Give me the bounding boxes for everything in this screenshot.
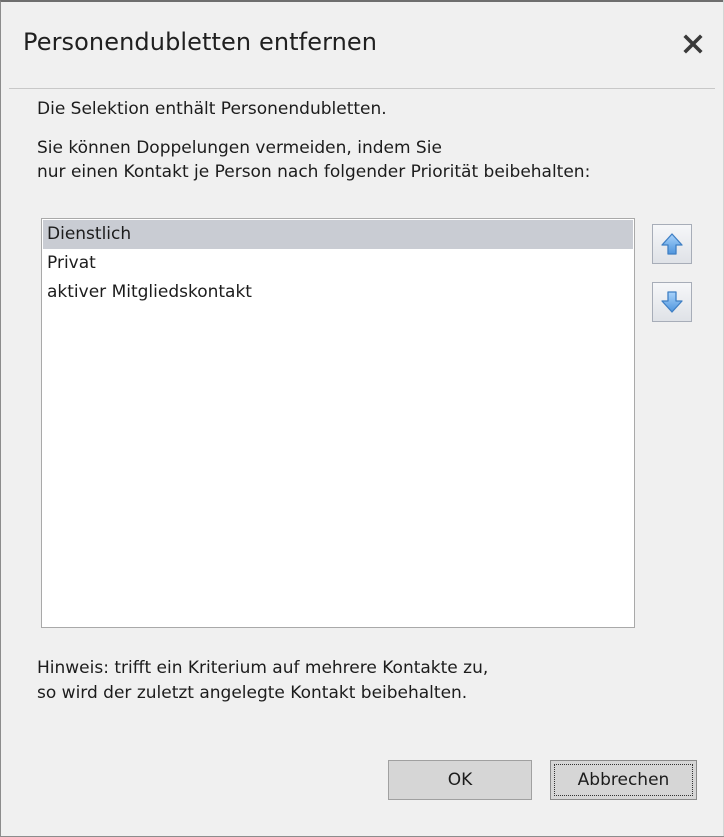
title-bar: Personendubletten entfernen bbox=[1, 2, 723, 88]
dialog-window: Personendubletten entfernen Die Selektio… bbox=[0, 0, 724, 837]
close-icon bbox=[683, 34, 703, 54]
close-button[interactable] bbox=[673, 26, 713, 62]
content-panel: Die Selektion enthält Personendubletten.… bbox=[9, 88, 715, 828]
info-text: Die Selektion enthält Personendubletten. bbox=[37, 99, 387, 119]
instruction-text-line1: Sie können Doppelungen vermeiden, indem … bbox=[37, 138, 442, 158]
instruction-text-line2: nur einen Kontakt je Person nach folgend… bbox=[37, 162, 591, 182]
move-down-button[interactable] bbox=[652, 282, 692, 322]
cancel-button[interactable]: Abbrechen bbox=[550, 760, 697, 800]
list-item-privat[interactable]: Privat bbox=[43, 249, 633, 278]
priority-listbox[interactable]: Dienstlich Privat aktiver Mitgliedskonta… bbox=[41, 218, 635, 628]
list-item-aktiver-mitgliedskontakt[interactable]: aktiver Mitgliedskontakt bbox=[43, 278, 633, 307]
move-up-button[interactable] bbox=[652, 224, 692, 264]
cancel-button-label: Abbrechen bbox=[577, 770, 670, 790]
arrow-up-icon bbox=[661, 233, 683, 255]
list-item-dienstlich[interactable]: Dienstlich bbox=[43, 220, 633, 249]
dialog-title: Personendubletten entfernen bbox=[23, 28, 378, 56]
note-text-line2: so wird der zuletzt angelegte Kontakt be… bbox=[37, 683, 468, 703]
ok-button[interactable]: OK bbox=[388, 760, 532, 800]
note-text-line1: Hinweis: trifft ein Kriterium auf mehrer… bbox=[37, 658, 489, 678]
arrow-down-icon bbox=[661, 291, 683, 313]
